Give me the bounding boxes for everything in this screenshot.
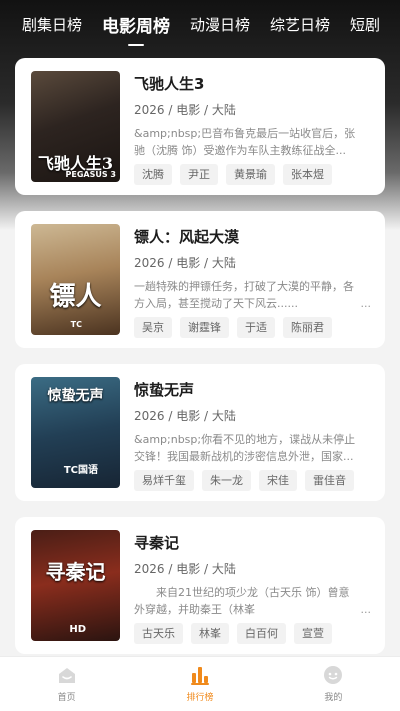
cast-tag[interactable]: 宣萱 [294,623,332,644]
movie-title: 镖人：风起大漠 [134,228,240,246]
movie-poster: 惊蛰无声 TC国语 [31,377,120,488]
nav-home-label: 首页 [57,693,76,703]
cast-tags: 易烊千玺 朱一龙 宋佳 雷佳音 [134,470,371,491]
movie-description-text: &amp;nbsp;你看不见的地方，谍战从未停止交锋！我国最新战机的涉密信息外泄… [134,433,356,463]
cast-tag[interactable]: 吴京 [134,317,172,338]
cast-tag[interactable]: 于适 [237,317,275,338]
tab-short-drama[interactable]: 短剧 [350,14,380,35]
cast-tag[interactable]: 沈腾 [134,164,172,185]
movie-poster: 寻秦记 HD [31,530,120,641]
category-tabs: 剧集日榜 电影周榜 动漫日榜 综艺日榜 短剧 [0,0,400,48]
poster-badge: TC国语 [63,465,98,476]
movie-meta: 2026 / 电影 / 大陆 [134,409,236,423]
movie-card[interactable]: 镖人 TC 镖人：风起大漠 2026 / 电影 / 大陆 一趟特殊的押镖任务，打… [15,211,385,348]
cast-tag[interactable]: 谢霆锋 [180,317,229,338]
movie-title: 惊蛰无声 [134,381,195,399]
cast-tag[interactable]: 陈丽君 [283,317,332,338]
movie-card[interactable]: 寻秦记 HD 寻秦记 2026 / 电影 / 大陆 来自21世纪的项少龙（古天乐… [15,517,385,654]
cast-tags: 沈腾 尹正 黄景瑜 张本煜 [134,164,371,185]
cast-tag[interactable]: 雷佳音 [305,470,354,491]
poster-title: 镖人 [49,282,102,312]
movie-card[interactable]: 惊蛰无声 TC国语 惊蛰无声 2026 / 电影 / 大陆 &amp;nbsp;… [15,364,385,501]
cast-tag[interactable]: 易烊千玺 [134,470,194,491]
cast-tags: 吴京 谢霆锋 于适 陈丽君 [134,317,371,338]
movie-title: 飞驰人生3 [134,75,205,93]
movie-description: &amp;nbsp;你看不见的地方，谍战从未停止交锋！我国最新战机的涉密信息外泄… [134,431,371,465]
movie-meta: 2026 / 电影 / 大陆 [134,562,236,576]
movie-description-text: &amp;nbsp;巴音布鲁克最后一站收官后，张驰（沈腾 饰）受邀作为车队主教练… [134,127,356,157]
cast-tag[interactable]: 宋佳 [259,470,297,491]
tab-series-daily[interactable]: 剧集日榜 [22,14,82,35]
movie-title: 寻秦记 [134,534,180,552]
home-icon [56,664,78,686]
nav-ranking[interactable]: 排行榜 [133,657,266,711]
more-indicator[interactable]: ... [361,295,372,312]
movie-poster: 镖人 TC [31,224,120,335]
movie-description: 来自21世纪的项少龙（古天乐 饰）曾意外穿越，并助秦王（林峯 ... [134,584,371,618]
poster-badge: TC [70,320,82,329]
tab-movie-weekly[interactable]: 电影周榜 [102,12,170,46]
tab-anime-daily[interactable]: 动漫日榜 [190,14,250,35]
profile-icon [322,664,344,686]
poster-title: 寻秦记 [45,560,106,584]
more-indicator[interactable]: ... [361,601,372,618]
cast-tag[interactable]: 古天乐 [134,623,183,644]
poster-title: 惊蛰无声 [47,388,104,404]
movie-meta: 2026 / 电影 / 大陆 [134,103,236,117]
cast-tags: 古天乐 林峯 白百何 宣萱 [134,623,371,644]
nav-profile-label: 我的 [324,693,343,703]
poster-badge: HD [69,624,86,635]
movie-description-text: 来自21世纪的项少龙（古天乐 饰）曾意外穿越，并助秦王（林峯 [134,586,350,616]
movie-description: 一趟特殊的押镖任务，打破了大漠的平静，各方入局，甚至搅动了天下风云...... … [134,278,371,312]
movie-list: 飞驰人生3 PEGASUS 3 飞驰人生3 2026 / 电影 / 大陆 &am… [15,58,385,670]
movie-poster: 飞驰人生3 PEGASUS 3 [31,71,120,182]
nav-profile[interactable]: 我的 [267,657,400,711]
cast-tag[interactable]: 尹正 [180,164,218,185]
nav-home[interactable]: 首页 [0,657,133,711]
ranking-icon [189,664,211,686]
movie-card[interactable]: 飞驰人生3 PEGASUS 3 飞驰人生3 2026 / 电影 / 大陆 &am… [15,58,385,195]
movie-description: &amp;nbsp;巴音布鲁克最后一站收官后，张驰（沈腾 饰）受邀作为车队主教练… [134,125,371,159]
nav-ranking-label: 排行榜 [186,693,214,703]
cast-tag[interactable]: 朱一龙 [202,470,251,491]
movie-meta: 2026 / 电影 / 大陆 [134,256,236,270]
cast-tag[interactable]: 白百何 [237,623,286,644]
cast-tag[interactable]: 张本煜 [283,164,332,185]
tab-variety-daily[interactable]: 综艺日榜 [270,14,330,35]
cast-tag[interactable]: 林峯 [191,623,229,644]
cast-tag[interactable]: 黄景瑜 [226,164,275,185]
movie-description-text: 一趟特殊的押镖任务，打破了大漠的平静，各方入局，甚至搅动了天下风云...... [134,280,354,310]
poster-badge: PEGASUS 3 [65,170,116,179]
bottom-navigation: 首页 排行榜 我的 [0,656,400,711]
